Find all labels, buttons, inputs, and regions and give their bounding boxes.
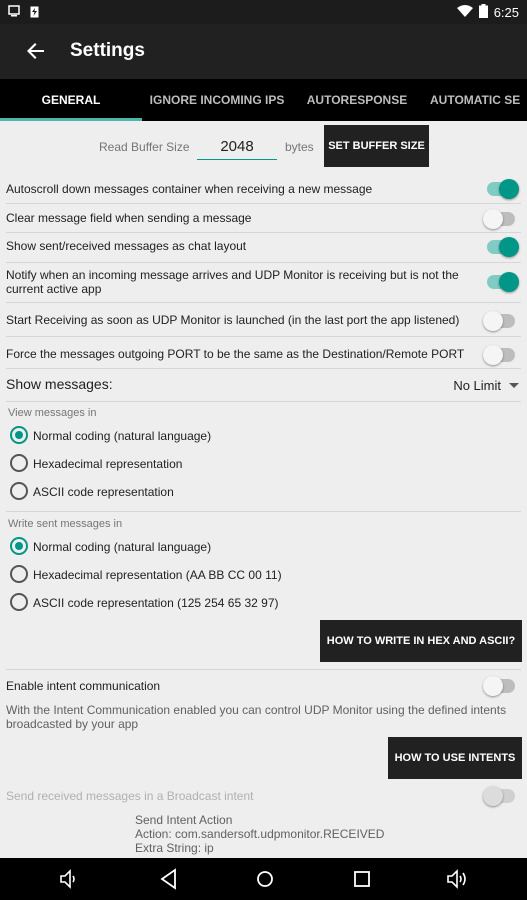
toggle-label: Show sent/received messages as chat layo… xyxy=(6,239,247,253)
broadcast-intent-switch[interactable] xyxy=(483,786,515,806)
intent-info-line: Extra String: ip xyxy=(135,841,214,855)
toggle-label: Force the messages outgoing PORT to be t… xyxy=(6,347,465,361)
divider xyxy=(6,669,521,670)
toggle-row-chat-layout[interactable]: Show sent/received messages as chat layo… xyxy=(0,233,527,261)
page-title: Settings xyxy=(70,40,145,61)
back-nav-icon[interactable] xyxy=(157,867,181,891)
start-receiving-switch[interactable] xyxy=(483,311,515,331)
tab-ignore-incoming-ips[interactable]: IGNORE INCOMING IPS xyxy=(142,79,292,121)
write-hex-radio[interactable] xyxy=(10,565,28,583)
settings-content: Read Buffer Size 2048 bytes SET BUFFER S… xyxy=(0,121,527,858)
status-bar: 6:25 xyxy=(0,0,527,24)
how-to-use-intents-button[interactable]: HOW TO USE INTENTS xyxy=(388,737,522,779)
write-ascii-radio[interactable] xyxy=(10,593,28,611)
write-hex-label[interactable]: Hexadecimal representation (AA BB CC 00 … xyxy=(33,568,282,582)
back-arrow-icon[interactable] xyxy=(22,37,50,65)
show-messages-select[interactable]: No Limit xyxy=(453,376,519,394)
recents-nav-icon[interactable] xyxy=(350,867,374,891)
toggle-label: Notify when an incoming message arrives … xyxy=(6,268,459,296)
divider xyxy=(6,511,521,512)
toggle-row-notify[interactable]: Notify when an incoming message arrives … xyxy=(0,264,527,300)
battery-saver-icon xyxy=(30,5,39,21)
tab-general[interactable]: GENERAL xyxy=(0,79,142,121)
toggle-label: Autoscroll down messages container when … xyxy=(6,182,373,196)
view-ascii-radio[interactable] xyxy=(10,482,28,500)
clear-message-switch[interactable] xyxy=(483,209,515,229)
divider xyxy=(6,336,521,337)
clock: 6:25 xyxy=(493,5,519,20)
force-port-switch[interactable] xyxy=(483,345,515,365)
write-normal-label[interactable]: Normal coding (natural language) xyxy=(33,540,211,554)
toggle-label: Clear message field when sending a messa… xyxy=(6,211,252,225)
volume-up-icon[interactable] xyxy=(446,867,470,891)
wifi-icon xyxy=(456,4,473,21)
buffer-size-unit: bytes xyxy=(285,140,314,154)
view-hex-label[interactable]: Hexadecimal representation xyxy=(33,457,182,471)
battery-icon xyxy=(478,4,488,21)
broadcast-intent-label: Send received messages in a Broadcast in… xyxy=(6,789,254,803)
intent-label: Enable intent communication xyxy=(6,679,161,693)
show-messages-row: Show messages: No Limit xyxy=(0,370,527,400)
intent-info: Send Intent Action Action: com.sandersof… xyxy=(135,813,384,855)
view-normal-radio[interactable] xyxy=(10,426,28,444)
view-hex-radio[interactable] xyxy=(10,454,28,472)
intent-info-line: Send Intent Action xyxy=(135,813,233,827)
intent-switch[interactable] xyxy=(483,676,515,696)
buffer-size-label: Read Buffer Size xyxy=(99,140,190,154)
buffer-size-row: Read Buffer Size 2048 bytes SET BUFFER S… xyxy=(0,121,527,171)
buffer-size-input[interactable]: 2048 xyxy=(197,136,277,160)
home-nav-icon[interactable] xyxy=(253,867,277,891)
toggle-row-clear-message[interactable]: Clear message field when sending a messa… xyxy=(0,204,527,232)
tab-autoresponse[interactable]: AUTORESPONSE xyxy=(295,79,419,121)
divider xyxy=(6,368,521,369)
show-messages-value: No Limit xyxy=(453,377,501,393)
dropdown-arrow-icon xyxy=(509,376,519,394)
set-buffer-size-button[interactable]: SET BUFFER SIZE xyxy=(324,125,429,167)
view-in-title: View messages in xyxy=(8,407,97,419)
divider xyxy=(6,262,521,263)
intent-description: With the Intent Communication enabled yo… xyxy=(6,703,507,731)
intent-info-line: Action: com.sandersoft.udpmonitor.RECEIV… xyxy=(135,827,385,841)
view-normal-label[interactable]: Normal coding (natural language) xyxy=(33,429,211,443)
toggle-row-autoscroll[interactable]: Autoscroll down messages container when … xyxy=(0,175,527,203)
notify-switch[interactable] xyxy=(487,272,519,292)
tab-bar: GENERAL IGNORE INCOMING IPS AUTORESPONSE… xyxy=(0,79,527,121)
write-in-title: Write sent messages in xyxy=(8,518,123,530)
toggle-label: Start Receiving as soon as UDP Monitor i… xyxy=(6,313,460,327)
toggle-row-start-receiving[interactable]: Start Receiving as soon as UDP Monitor i… xyxy=(0,304,527,336)
how-to-write-hex-ascii-button[interactable]: HOW TO WRITE IN HEX AND ASCII? xyxy=(320,620,522,662)
volume-down-icon[interactable] xyxy=(58,867,82,891)
show-messages-label: Show messages: xyxy=(6,376,113,392)
write-normal-radio[interactable] xyxy=(10,537,28,555)
app-bar: Settings xyxy=(0,24,527,79)
toggle-row-force-port[interactable]: Force the messages outgoing PORT to be t… xyxy=(0,338,527,368)
divider xyxy=(6,401,521,402)
autoscroll-switch[interactable] xyxy=(487,179,519,199)
tab-automatic[interactable]: AUTOMATIC SE xyxy=(430,79,527,121)
screen-notification-icon xyxy=(8,5,20,21)
write-ascii-label[interactable]: ASCII code representation (125 254 65 32… xyxy=(33,596,279,610)
navigation-bar xyxy=(0,858,527,900)
view-ascii-label[interactable]: ASCII code representation xyxy=(33,485,174,499)
divider xyxy=(6,302,521,303)
chat-layout-switch[interactable] xyxy=(487,237,519,257)
